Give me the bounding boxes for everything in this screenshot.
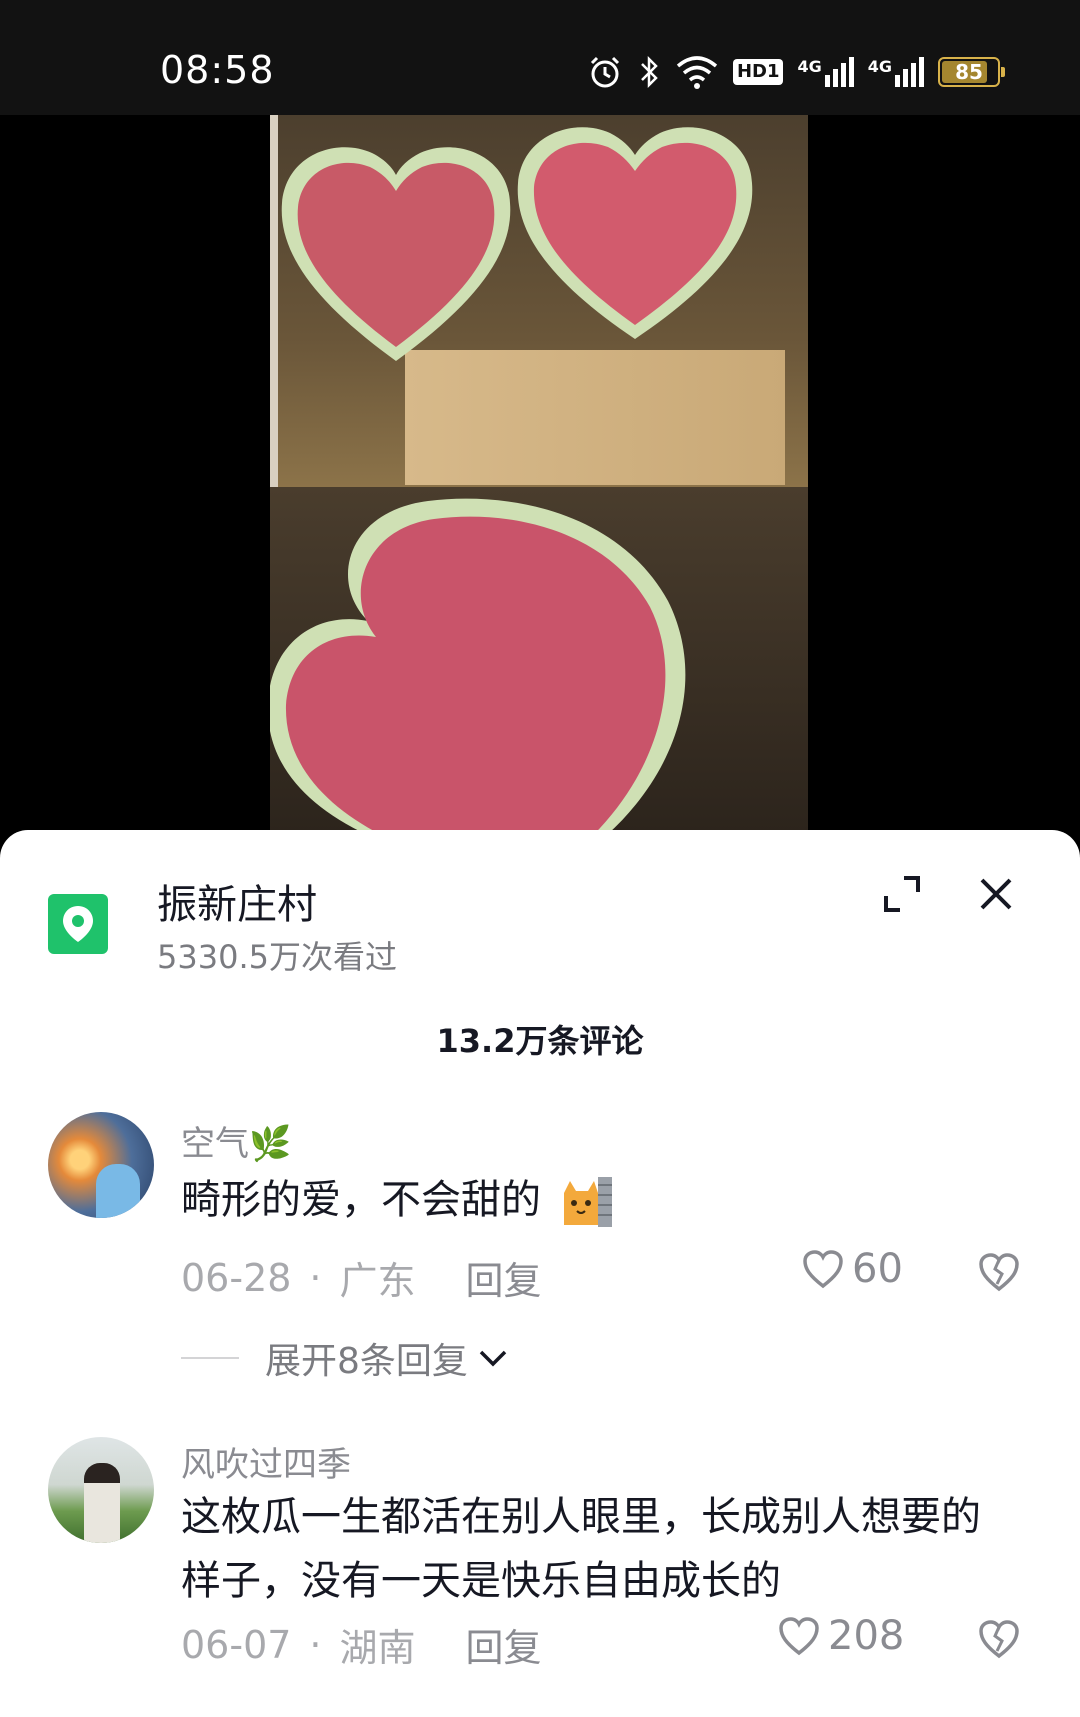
alarm-icon bbox=[590, 56, 619, 88]
comment-text: 畸形的爱，不会甜的 bbox=[181, 1168, 1011, 1232]
expand-replies-button[interactable]: 展开8条回复 bbox=[181, 1332, 510, 1384]
wifi-icon bbox=[676, 56, 718, 89]
signal-label: 4G bbox=[797, 57, 822, 76]
location-title[interactable]: 振新庄村 bbox=[157, 872, 317, 930]
comment-username[interactable]: 风吹过四季 bbox=[181, 1437, 351, 1486]
bluetooth-icon bbox=[641, 55, 658, 89]
dislike-button[interactable] bbox=[978, 1252, 1020, 1294]
signal-bars-icon bbox=[824, 57, 854, 87]
comment-date: 06-07 bbox=[181, 1622, 292, 1667]
comment-text-content: 畸形的爱，不会甜的 bbox=[181, 1177, 541, 1223]
video-frame-bottom bbox=[270, 487, 808, 835]
comment-meta: 06-07 · 湖南 回复 bbox=[181, 1617, 542, 1672]
comment-date: 06-28 bbox=[181, 1255, 292, 1300]
broken-heart-icon bbox=[979, 1253, 1019, 1292]
avatar[interactable] bbox=[48, 1437, 154, 1543]
comment-region: 湖南 bbox=[339, 1626, 416, 1670]
watermelon-heart-right bbox=[510, 117, 760, 347]
location-pin-icon[interactable] bbox=[48, 894, 108, 954]
comment-text: 这枚瓜一生都活在别人眼里，长成别人想要的样子，没有一天是快乐自由成长的 bbox=[181, 1494, 981, 1604]
chevron-down-icon bbox=[479, 1350, 507, 1367]
status-time: 08:58 bbox=[160, 48, 275, 92]
expand-replies-label: 展开8条回复 bbox=[265, 1341, 468, 1382]
comment-sheet: 振新庄村 5330.5万次看过 13.2万条评论 空气🌿 畸形的爱，不会甜的 0… bbox=[0, 830, 1080, 1717]
comment-meta: 06-28 · 广东 回复 bbox=[181, 1250, 542, 1305]
battery-level: 85 bbox=[955, 60, 983, 84]
location-views: 5330.5万次看过 bbox=[157, 938, 397, 976]
like-count: 208 bbox=[828, 1613, 905, 1659]
video-frame bbox=[270, 115, 808, 835]
like-button[interactable]: 208 bbox=[778, 1613, 904, 1659]
signal-bars-icon bbox=[895, 57, 924, 87]
heart-icon bbox=[779, 1617, 819, 1656]
status-bar: 08:58 HD1 4G 4G 85 bbox=[0, 0, 1080, 115]
like-button[interactable]: 60 bbox=[802, 1246, 903, 1292]
avatar[interactable] bbox=[48, 1112, 154, 1218]
cat-wall-emoji-icon bbox=[560, 1175, 614, 1229]
watermelon-heart-left bbox=[276, 133, 516, 373]
battery-icon: 85 bbox=[938, 57, 1005, 87]
watermelon-heart-large bbox=[270, 491, 698, 835]
hd-badge: HD1 bbox=[732, 59, 784, 85]
expand-icon[interactable] bbox=[878, 870, 926, 918]
heart-icon bbox=[803, 1250, 843, 1289]
like-count: 60 bbox=[852, 1246, 903, 1292]
signal-2: 4G bbox=[868, 57, 924, 87]
reply-button[interactable]: 回复 bbox=[466, 1250, 542, 1305]
broken-heart-icon bbox=[979, 1620, 1019, 1659]
comment-count: 13.2万条评论 bbox=[436, 1022, 644, 1060]
video-player[interactable]: 完美 bbox=[0, 115, 1080, 923]
video-frame-top bbox=[270, 115, 808, 487]
comment-username[interactable]: 空气🌿 bbox=[181, 1116, 291, 1165]
comment-region: 广东 bbox=[339, 1259, 416, 1303]
dislike-button[interactable] bbox=[978, 1619, 1020, 1661]
reply-button[interactable]: 回复 bbox=[466, 1617, 542, 1672]
status-icons: HD1 4G 4G 85 bbox=[587, 50, 1005, 94]
signal-label: 4G bbox=[867, 57, 892, 76]
signal-1: 4G bbox=[797, 57, 854, 87]
close-icon[interactable] bbox=[972, 870, 1020, 918]
